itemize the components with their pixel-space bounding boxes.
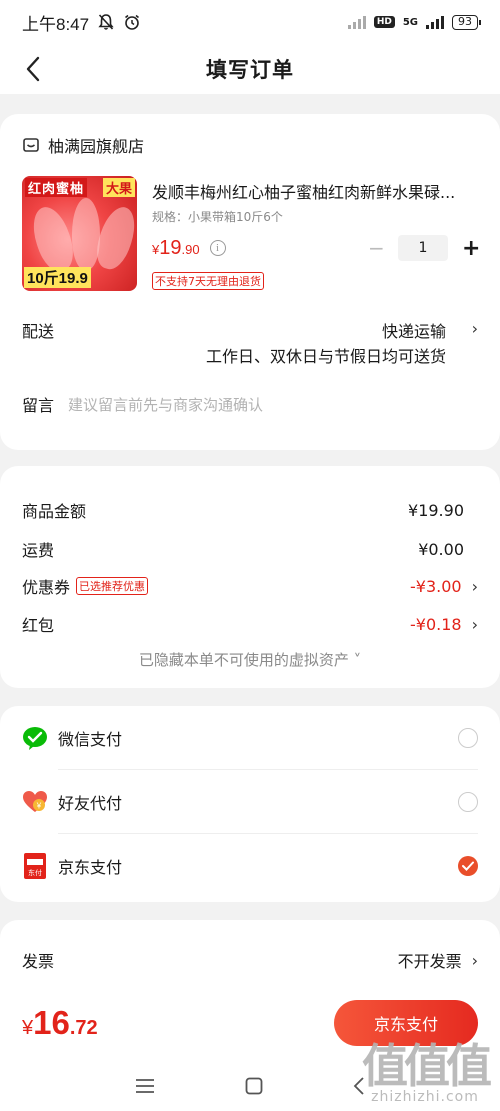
message-input[interactable]: 建议留言前先与商家沟通确认: [68, 394, 263, 415]
order-card: 柚满园旗舰店 红肉蜜柚 大果 10斤19.9 发顺丰梅州红心柚子蜜柚红肉新鲜水果…: [0, 114, 500, 450]
payment-methods-card: 微信支付 ¥ 好友代付 东付 京东支付: [0, 706, 500, 902]
payment-option-jd[interactable]: 东付 京东支付: [0, 834, 500, 898]
jd-pay-icon: 东付: [22, 853, 48, 879]
product-item: 红肉蜜柚 大果 10斤19.9 发顺丰梅州红心柚子蜜柚红肉新鲜水果碌... 规格…: [0, 176, 500, 296]
total-price: ¥16.72: [22, 1003, 98, 1041]
hidden-assets-toggle[interactable]: 已隐藏本单不可使用的虚拟资产 ˅: [0, 649, 500, 670]
chevron-right-icon: ›: [471, 614, 478, 634]
chevron-right-icon: ›: [471, 950, 478, 970]
menu-icon[interactable]: [135, 1078, 155, 1094]
goods-amount-value: ¥19.90: [408, 500, 464, 520]
message-row: 留言 建议留言前先与商家沟通确认: [0, 389, 500, 419]
return-policy-tag: 不支持7天无理由退货: [152, 272, 264, 290]
invoice-row[interactable]: 发票 不开发票 ›: [0, 948, 500, 972]
chevron-right-icon: ›: [471, 319, 478, 338]
clock-time: 上午8:47: [22, 14, 90, 34]
product-spec[interactable]: 规格：小果带箱10斤6个: [152, 208, 478, 225]
hd-badge: HD: [373, 16, 395, 28]
coupon-label: 优惠券: [22, 578, 71, 597]
shipping-value: ¥0.00: [418, 539, 464, 559]
payment-radio-jd[interactable]: [458, 856, 478, 876]
price-summary-card: 商品金额 ¥19.90 运费 ¥0.00 优惠券 已选推荐优惠 -¥3.00 ›…: [0, 466, 500, 688]
wechat-pay-icon: [22, 725, 48, 751]
product-image[interactable]: 红肉蜜柚 大果 10斤19.9: [22, 176, 137, 291]
alarm-clock-icon: [125, 14, 140, 30]
payment-option-wechat[interactable]: 微信支付: [0, 706, 500, 770]
delivery-label: 配送: [22, 322, 55, 341]
back-arrow-icon[interactable]: [22, 56, 46, 82]
quantity-stepper: − 1 +: [368, 235, 480, 261]
info-icon[interactable]: i: [209, 240, 226, 256]
check-icon: [462, 861, 474, 871]
payment-option-friend[interactable]: ¥ 好友代付: [0, 770, 500, 834]
home-icon[interactable]: [245, 1077, 263, 1095]
payment-label: 微信支付: [58, 730, 123, 749]
delivery-row[interactable]: 配送 快递运输 › 工作日、双休日与节假日均可送货: [0, 318, 500, 370]
svg-text:¥: ¥: [36, 802, 42, 811]
signal-weak-icon: [347, 15, 366, 29]
product-image-caption: 红肉蜜柚: [25, 178, 88, 197]
store-name: 柚满园旗舰店: [48, 137, 145, 156]
battery-indicator: 93: [452, 14, 481, 30]
network-type: 5G: [402, 16, 418, 28]
friend-pay-icon: ¥: [22, 789, 48, 815]
payment-label: 京东支付: [58, 858, 123, 877]
red-packet-row[interactable]: 红包 -¥0.18 ›: [0, 612, 500, 636]
shipping-label: 运费: [22, 541, 55, 560]
increase-button[interactable]: +: [462, 236, 480, 261]
red-packet-value: -¥0.18: [410, 614, 462, 634]
delivery-note: 工作日、双休日与节假日均可送货: [205, 347, 446, 366]
quantity-input[interactable]: 1: [398, 235, 448, 261]
product-price: ¥19.90: [152, 236, 200, 259]
product-image-price: 10斤19.9: [24, 267, 91, 288]
watermark-url: zhizhizhi.com: [371, 1089, 479, 1105]
invoice-label: 发票: [22, 952, 55, 971]
goods-amount-label: 商品金额: [22, 502, 87, 521]
shipping-row: 运费 ¥0.00: [0, 537, 500, 561]
product-name[interactable]: 发顺丰梅州红心柚子蜜柚红肉新鲜水果碌...: [152, 179, 472, 203]
payment-radio-wechat[interactable]: [458, 728, 478, 748]
jd-icon-text: 东付: [28, 869, 42, 877]
payment-label: 好友代付: [58, 794, 123, 813]
delivery-method: 快递运输: [381, 322, 446, 341]
red-packet-label: 红包: [22, 616, 55, 635]
decrease-button[interactable]: −: [368, 236, 385, 260]
nav-bar: 填写订单: [0, 44, 500, 94]
watermark-logo: 值值值: [362, 1039, 492, 1093]
mute-bell-icon: [98, 14, 114, 30]
chevron-right-icon: ›: [471, 576, 478, 596]
product-image-badge: 大果: [102, 178, 135, 197]
goods-amount-row: 商品金额 ¥19.90: [0, 498, 500, 522]
payment-radio-friend[interactable]: [458, 792, 478, 812]
status-bar: 上午8:47 HD 5G 93: [0, 0, 500, 44]
watermark: 值值值 zhizhizhi.com: [362, 1039, 492, 1105]
signal-strong-icon: [426, 15, 444, 29]
message-label: 留言: [22, 396, 55, 415]
coupon-value: -¥3.00: [410, 576, 462, 596]
page-title: 填写订单: [206, 58, 294, 82]
store-icon: [23, 138, 39, 152]
invoice-value: 不开发票: [397, 952, 462, 971]
coupon-row[interactable]: 优惠券 已选推荐优惠 -¥3.00 ›: [0, 574, 500, 598]
store-header[interactable]: 柚满园旗舰店: [0, 114, 500, 176]
coupon-badge: 已选推荐优惠: [76, 577, 149, 595]
